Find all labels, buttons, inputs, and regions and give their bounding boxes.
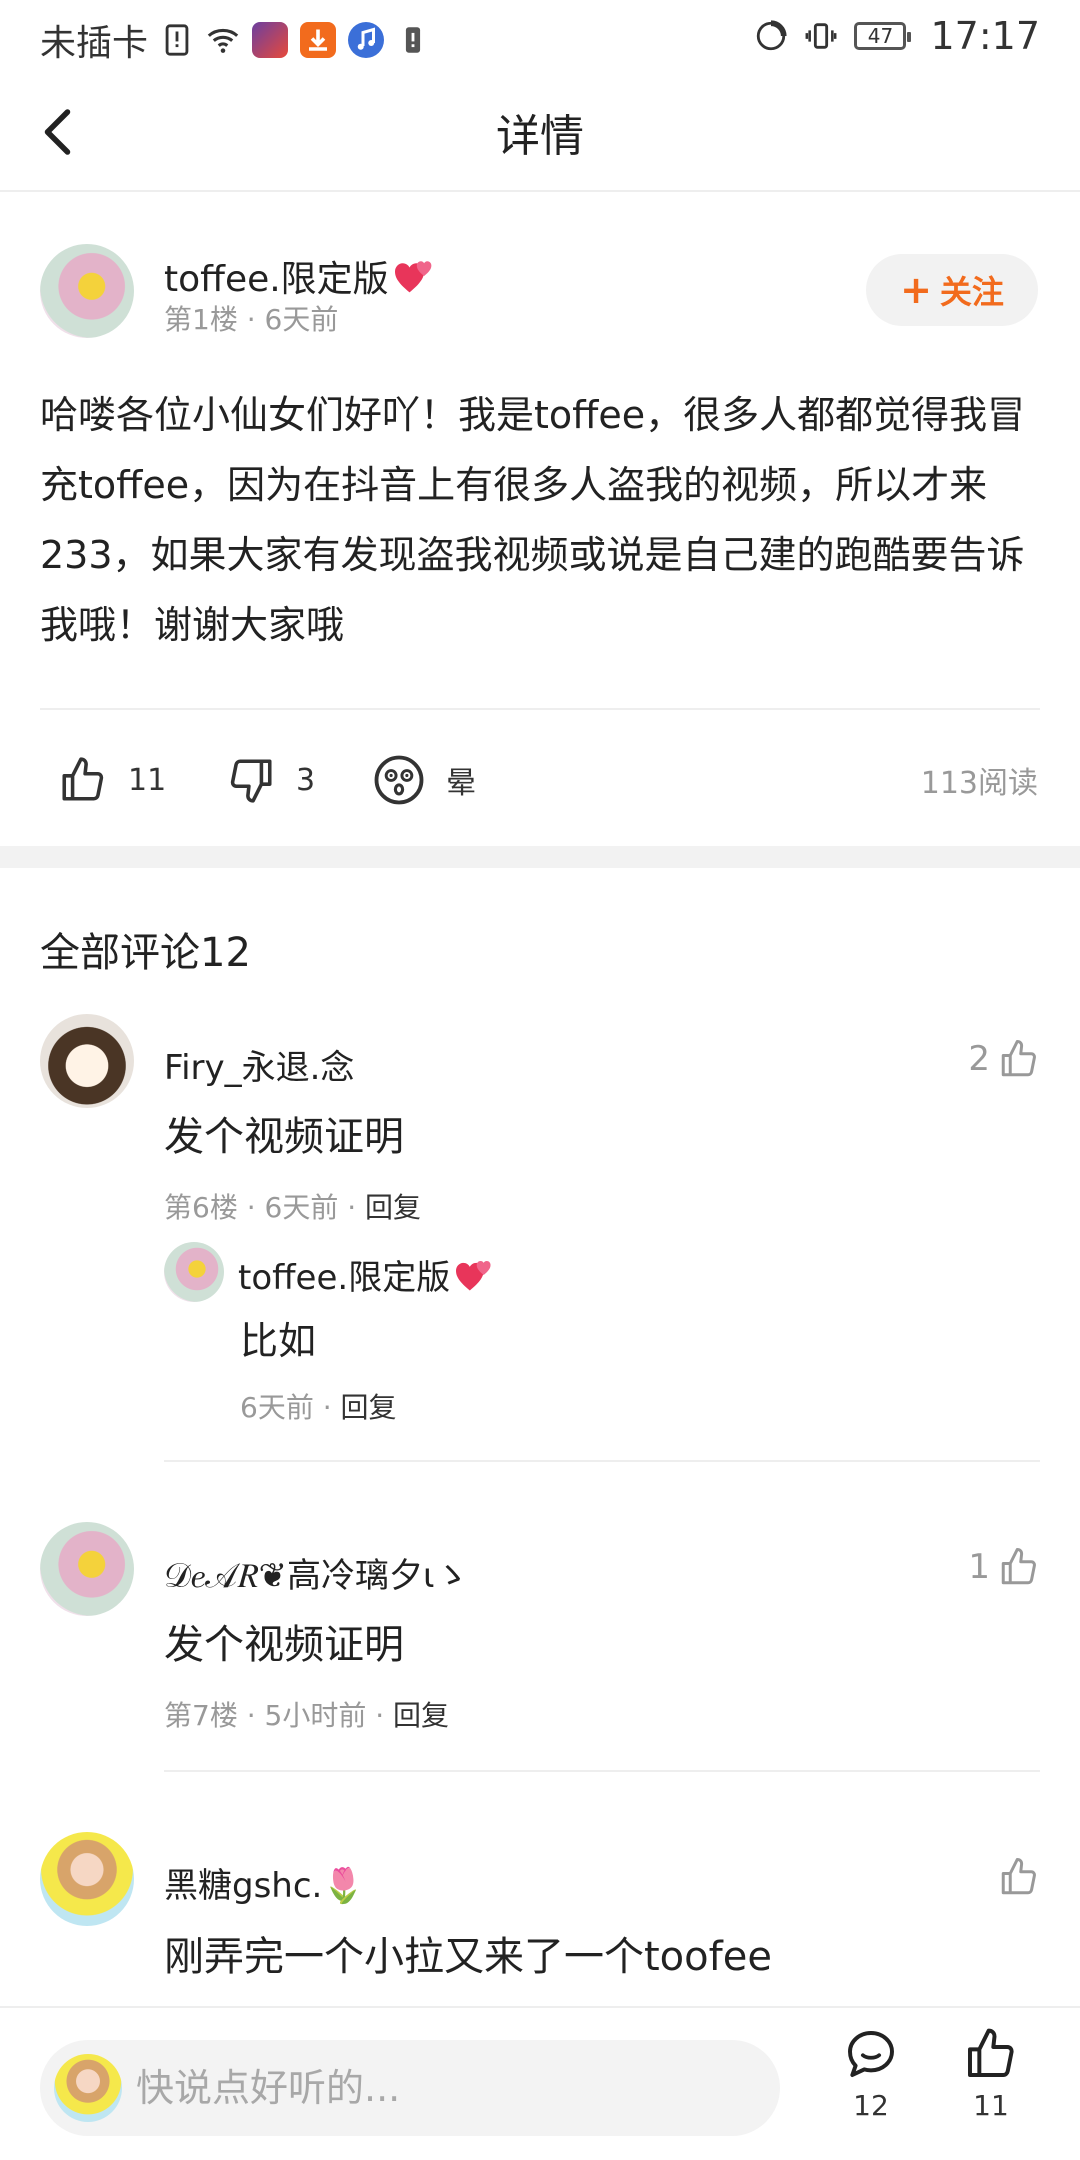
- thumbs-up-icon: [1001, 1040, 1036, 1077]
- comments-button[interactable]: 12: [836, 2026, 906, 2122]
- battery-indicator: 47: [854, 22, 912, 50]
- comment-meta: 第7楼 · 5小时前 · 回复: [164, 1694, 449, 1734]
- comment-input[interactable]: [136, 2040, 756, 2136]
- device-alert-icon: [405, 27, 421, 53]
- thumbs-up-icon: [968, 2028, 1014, 2077]
- comment-divider: [164, 1460, 1040, 1462]
- author-name-row: toffee.限定版: [164, 250, 437, 302]
- read-count: 113阅读: [920, 766, 1038, 801]
- reply-link[interactable]: 回复: [341, 1391, 397, 1424]
- two-hearts-icon: [456, 1260, 491, 1291]
- thumbs-up-icon: [62, 757, 104, 801]
- bottom-comment-bar: 12 11: [0, 2006, 1080, 2160]
- dislike-count: 3: [296, 762, 316, 798]
- vibrate-icon: [806, 23, 837, 49]
- my-avatar: [54, 2054, 122, 2122]
- like-button[interactable]: 11: [58, 740, 166, 820]
- author-name[interactable]: toffee.限定版: [164, 250, 389, 302]
- page-title: 详情: [496, 111, 584, 162]
- author-avatar[interactable]: [40, 244, 134, 338]
- clock: 17:17: [930, 14, 1040, 58]
- comment-floor-time: 第6楼 · 6天前 ·: [164, 1191, 357, 1224]
- comment-floor-time: 第7楼 · 5小时前 ·: [164, 1699, 385, 1732]
- nav-bar: 详情: [0, 72, 1080, 192]
- game-app-icon: [252, 22, 289, 58]
- reply-author-name[interactable]: toffee.限定版: [238, 1250, 450, 1299]
- like-count: 11: [128, 762, 167, 798]
- thumbs-up-icon: [1001, 1858, 1036, 1895]
- comment-meta: 第6楼 · 6天前 · 回复: [164, 1186, 421, 1226]
- comment-like-button[interactable]: [998, 1856, 1040, 1898]
- reply-text: 比如: [240, 1319, 317, 1363]
- comment-divider: [164, 1770, 1040, 1772]
- commenter-name[interactable]: Firy_永退.念: [164, 1040, 354, 1089]
- reply-link[interactable]: 回复: [365, 1191, 421, 1224]
- thumbs-up-icon: [1001, 1548, 1036, 1585]
- dizzy-reaction-button[interactable]: 晕: [372, 740, 476, 820]
- comment-text: 发个视频证明: [164, 1114, 404, 1160]
- comment-like-count: 2: [968, 1039, 990, 1079]
- comment-like-button[interactable]: 1: [968, 1546, 1040, 1588]
- two-hearts-icon: [394, 261, 432, 293]
- data-saver-icon: [757, 20, 788, 51]
- status-bar: 未插卡 47 17:17: [0, 0, 1080, 72]
- carrier-label: 未插卡: [40, 23, 149, 64]
- wifi-icon: [207, 28, 239, 53]
- commenter-name[interactable]: 黑糖gshc.🌷: [164, 1858, 365, 1907]
- plus-icon: +: [900, 268, 932, 312]
- comment-count: 12: [853, 2089, 889, 2122]
- post-divider: [40, 708, 1040, 710]
- reply-name-row: toffee.限定版: [238, 1250, 496, 1299]
- follow-button[interactable]: + 关注: [866, 254, 1038, 326]
- sim-alert-icon: [165, 24, 189, 56]
- comment-like-count: 1: [968, 1547, 990, 1587]
- comment-text: 刚弄完一个小拉又来了一个toofee: [164, 1934, 772, 1980]
- bottom-like-count: 11: [973, 2089, 1009, 2122]
- post-meta: 第1楼 · 6天前: [164, 303, 339, 336]
- section-separator: [0, 846, 1080, 868]
- post-body: 哈喽各位小仙女们好吖！我是toffee，很多人都都觉得我冒充toffee，因为在…: [40, 393, 1026, 647]
- reply-time: 6天前 ·: [240, 1391, 332, 1424]
- bottom-like-button[interactable]: 11: [956, 2026, 1026, 2122]
- comments-header: 全部评论12: [40, 930, 251, 976]
- commenter-name[interactable]: 𝒟𝑒𝒜𝑅❦高冷璃夕ιゝ: [164, 1548, 468, 1597]
- download-app-icon: [300, 22, 337, 58]
- comment-text: 发个视频证明: [164, 1622, 404, 1668]
- comment-like-button[interactable]: 2: [968, 1038, 1040, 1080]
- reply-avatar[interactable]: [164, 1242, 224, 1302]
- commenter-avatar[interactable]: [40, 1014, 134, 1108]
- dislike-button[interactable]: 3: [226, 740, 315, 820]
- music-app-icon: [348, 22, 385, 58]
- reply-link[interactable]: 回复: [393, 1699, 449, 1732]
- commenter-avatar[interactable]: [40, 1832, 134, 1926]
- reply-meta: 6天前 · 回复: [240, 1386, 397, 1426]
- dizzy-face-icon: [374, 755, 424, 805]
- thumbs-down-icon: [230, 759, 272, 803]
- follow-label: 关注: [939, 273, 1004, 311]
- commenter-avatar[interactable]: [40, 1522, 134, 1616]
- post-actions: 11 3 晕 113阅读: [0, 740, 1080, 820]
- comment-bubble-icon: [848, 2031, 894, 2077]
- comment-input-wrapper[interactable]: [40, 2040, 780, 2136]
- reaction-label: 晕: [446, 766, 476, 801]
